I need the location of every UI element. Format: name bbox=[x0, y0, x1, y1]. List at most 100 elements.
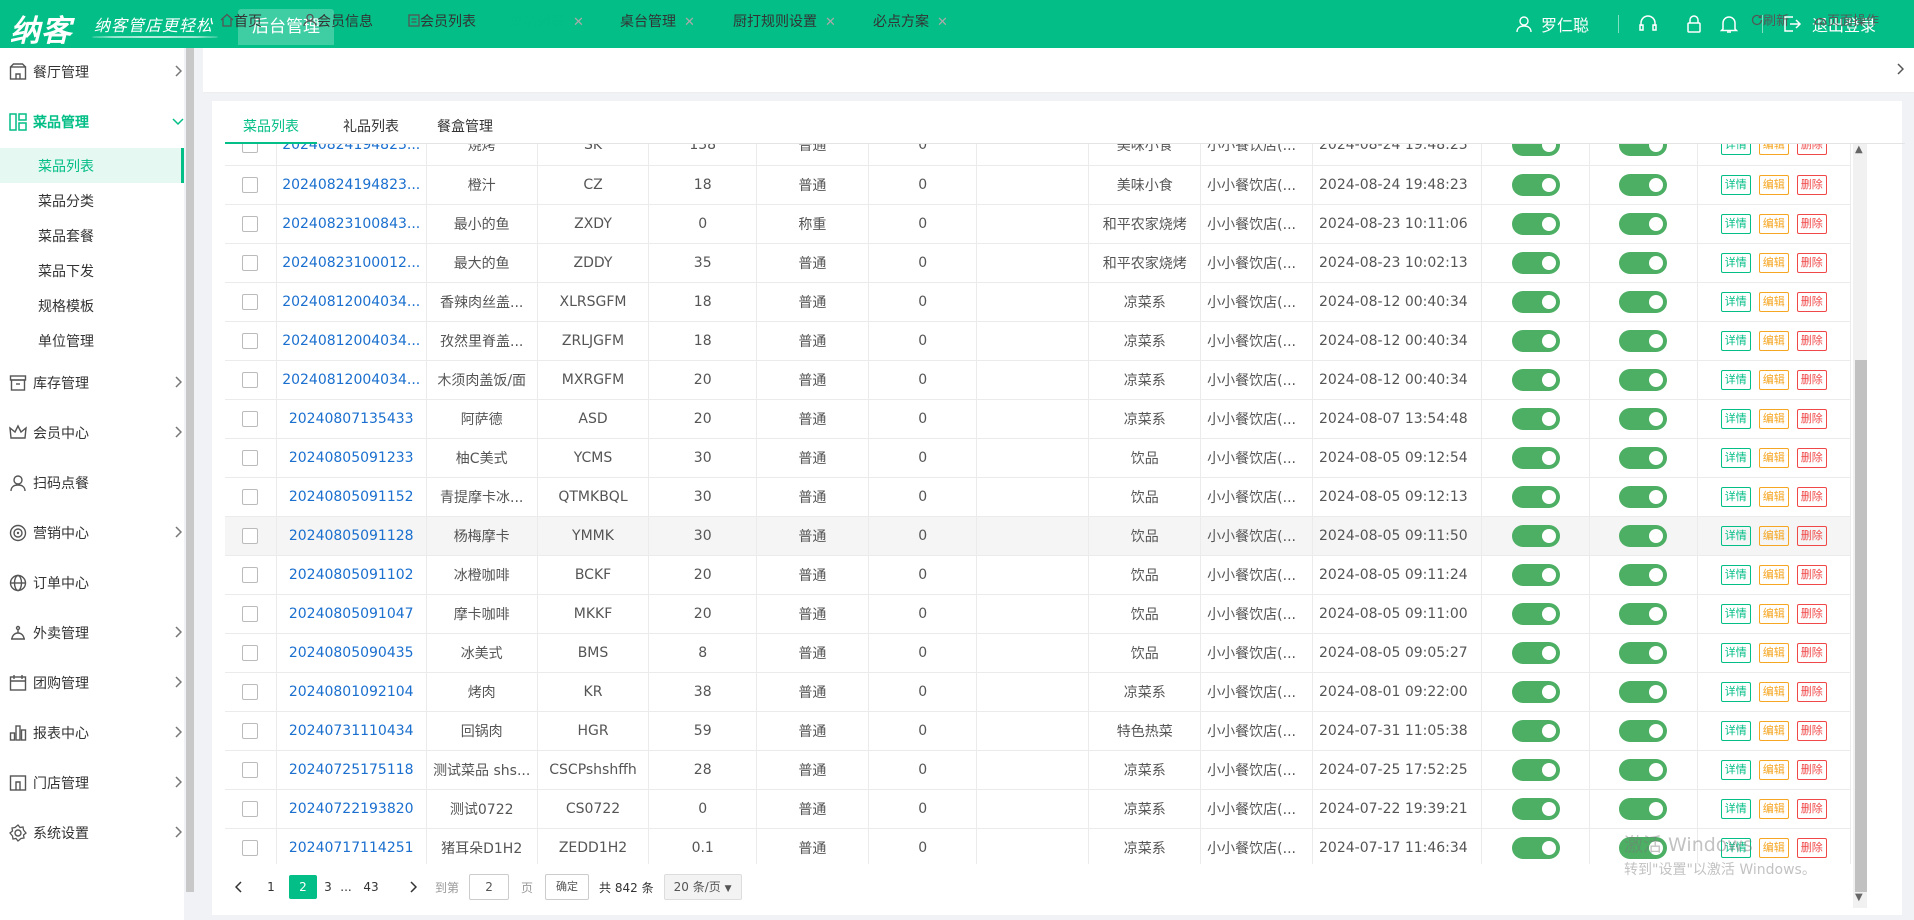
shelf-toggle[interactable] bbox=[1619, 563, 1668, 586]
row-checkbox[interactable] bbox=[242, 371, 259, 388]
row-checkbox[interactable] bbox=[242, 144, 259, 154]
detail-button[interactable]: 详情 bbox=[1720, 408, 1751, 429]
close-icon[interactable]: ✕ bbox=[573, 15, 584, 30]
delete-button[interactable]: 删除 bbox=[1796, 603, 1827, 624]
row-checkbox[interactable] bbox=[242, 683, 259, 700]
scroll-up-icon[interactable]: ▲ bbox=[1855, 144, 1863, 155]
sidebar-item-scan-order[interactable]: 扫码点餐 bbox=[0, 463, 184, 503]
dish-id-link[interactable]: 20240722193820 bbox=[276, 789, 427, 829]
close-icon[interactable]: ✕ bbox=[825, 15, 836, 30]
row-checkbox[interactable] bbox=[242, 800, 259, 817]
edit-button[interactable]: 编辑 bbox=[1758, 525, 1789, 546]
detail-button[interactable]: 详情 bbox=[1720, 252, 1751, 273]
detail-button[interactable]: 详情 bbox=[1720, 525, 1751, 546]
dish-id-link[interactable]: 20240805091047 bbox=[276, 594, 427, 634]
sidebar-item-marketing[interactable]: 营销中心 bbox=[0, 513, 184, 553]
dish-id-link[interactable]: 20240805090435 bbox=[276, 633, 427, 673]
shelf-toggle[interactable] bbox=[1619, 446, 1668, 469]
shelf-toggle[interactable] bbox=[1619, 602, 1668, 625]
page-ops-button[interactable]: 页面操作 bbox=[1814, 0, 1879, 44]
status-toggle[interactable] bbox=[1511, 173, 1560, 196]
edit-button[interactable]: 编辑 bbox=[1758, 759, 1789, 780]
delete-button[interactable]: 删除 bbox=[1796, 369, 1827, 390]
row-checkbox[interactable] bbox=[242, 449, 259, 466]
headset-icon[interactable] bbox=[1638, 14, 1658, 34]
shelf-toggle[interactable] bbox=[1619, 524, 1668, 547]
row-checkbox[interactable] bbox=[242, 605, 259, 622]
refresh-button[interactable]: 刷新 bbox=[1751, 0, 1789, 44]
status-toggle[interactable] bbox=[1511, 212, 1560, 235]
delete-button[interactable]: 删除 bbox=[1796, 213, 1827, 234]
tab-home[interactable]: 首页 bbox=[220, 0, 262, 44]
dish-id-link[interactable]: 20240824194823... bbox=[276, 165, 427, 205]
tab-required-plan[interactable]: 必点方案 ✕ bbox=[873, 0, 948, 44]
table-scrollbar-thumb[interactable] bbox=[1855, 360, 1867, 892]
dish-id-link[interactable]: 20240725175118 bbox=[276, 750, 427, 790]
confirm-button[interactable]: 确定 bbox=[545, 874, 590, 900]
page-button[interactable]: 1 bbox=[257, 875, 285, 899]
scroll-down-icon[interactable]: ▼ bbox=[1855, 892, 1863, 903]
edit-button[interactable]: 编辑 bbox=[1758, 603, 1789, 624]
tab-member-info[interactable]: 会员信息 bbox=[303, 0, 373, 44]
edit-button[interactable]: 编辑 bbox=[1758, 330, 1789, 351]
detail-button[interactable]: 详情 bbox=[1720, 681, 1751, 702]
status-toggle[interactable] bbox=[1511, 368, 1560, 391]
status-toggle[interactable] bbox=[1511, 797, 1560, 820]
dish-id-link[interactable]: 20240801092104 bbox=[276, 672, 427, 712]
detail-button[interactable]: 详情 bbox=[1720, 798, 1751, 819]
row-checkbox[interactable] bbox=[242, 215, 259, 232]
sidebar-item-reports[interactable]: 报表中心 bbox=[0, 713, 184, 753]
row-checkbox[interactable] bbox=[242, 722, 259, 739]
edit-button[interactable]: 编辑 bbox=[1758, 252, 1789, 273]
subtab-gift-list[interactable]: 礼品列表 bbox=[338, 110, 404, 144]
edit-button[interactable]: 编辑 bbox=[1758, 681, 1789, 702]
detail-button[interactable]: 详情 bbox=[1720, 564, 1751, 585]
dish-id-link[interactable]: 20240805091233 bbox=[276, 438, 427, 478]
shelf-toggle[interactable] bbox=[1619, 329, 1668, 352]
delete-button[interactable]: 删除 bbox=[1796, 525, 1827, 546]
edit-button[interactable]: 编辑 bbox=[1758, 486, 1789, 507]
row-checkbox[interactable] bbox=[242, 254, 259, 271]
goto-page-input[interactable]: 2 bbox=[469, 874, 510, 900]
next-page-button[interactable] bbox=[399, 875, 427, 899]
dish-id-link[interactable]: 20240805091128 bbox=[276, 516, 427, 556]
sidebar-item-restaurant[interactable]: 餐厅管理 bbox=[0, 52, 184, 92]
chevron-right-icon[interactable] bbox=[1896, 63, 1904, 75]
dish-id-link[interactable]: 20240823100843... bbox=[276, 204, 427, 244]
dish-id-link[interactable]: 20240812004034... bbox=[276, 360, 427, 400]
page-button-current[interactable]: 2 bbox=[289, 875, 317, 899]
shelf-toggle[interactable] bbox=[1619, 173, 1668, 196]
shelf-toggle[interactable] bbox=[1619, 290, 1668, 313]
shelf-toggle[interactable] bbox=[1619, 144, 1668, 157]
delete-button[interactable]: 删除 bbox=[1796, 798, 1827, 819]
delete-button[interactable]: 删除 bbox=[1796, 252, 1827, 273]
detail-button[interactable]: 详情 bbox=[1720, 486, 1751, 507]
status-toggle[interactable] bbox=[1511, 290, 1560, 313]
shelf-toggle[interactable] bbox=[1619, 212, 1668, 235]
delete-button[interactable]: 删除 bbox=[1796, 447, 1827, 468]
dish-id-link[interactable]: 20240807135433 bbox=[276, 399, 427, 439]
status-toggle[interactable] bbox=[1511, 524, 1560, 547]
edit-button[interactable]: 编辑 bbox=[1758, 408, 1789, 429]
row-checkbox[interactable] bbox=[242, 176, 259, 193]
dish-id-link[interactable]: 20240805091102 bbox=[276, 555, 427, 595]
sidebar-scrollbar[interactable] bbox=[186, 48, 194, 892]
dish-id-link[interactable]: 20240824194823... bbox=[276, 144, 427, 166]
sidebar-item-group-buy[interactable]: 团购管理 bbox=[0, 663, 184, 703]
row-checkbox[interactable] bbox=[242, 488, 259, 505]
detail-button[interactable]: 详情 bbox=[1720, 144, 1751, 156]
user-menu[interactable]: 罗仁聪 bbox=[1515, 0, 1589, 48]
sidebar-item-settings[interactable]: 系统设置 bbox=[0, 813, 184, 853]
dish-id-link[interactable]: 20240717114251 bbox=[276, 828, 427, 864]
delete-button[interactable]: 删除 bbox=[1796, 759, 1827, 780]
edit-button[interactable]: 编辑 bbox=[1758, 174, 1789, 195]
status-toggle[interactable] bbox=[1511, 407, 1560, 430]
status-toggle[interactable] bbox=[1511, 836, 1560, 859]
bell-icon[interactable] bbox=[1720, 14, 1738, 34]
subtab-box-management[interactable]: 餐盒管理 bbox=[432, 110, 498, 144]
row-checkbox[interactable] bbox=[242, 566, 259, 583]
sidebar-item-member[interactable]: 会员中心 bbox=[0, 413, 184, 453]
submenu-spec-template[interactable]: 规格模板 bbox=[0, 288, 184, 323]
edit-button[interactable]: 编辑 bbox=[1758, 144, 1789, 156]
delete-button[interactable]: 删除 bbox=[1796, 642, 1827, 663]
